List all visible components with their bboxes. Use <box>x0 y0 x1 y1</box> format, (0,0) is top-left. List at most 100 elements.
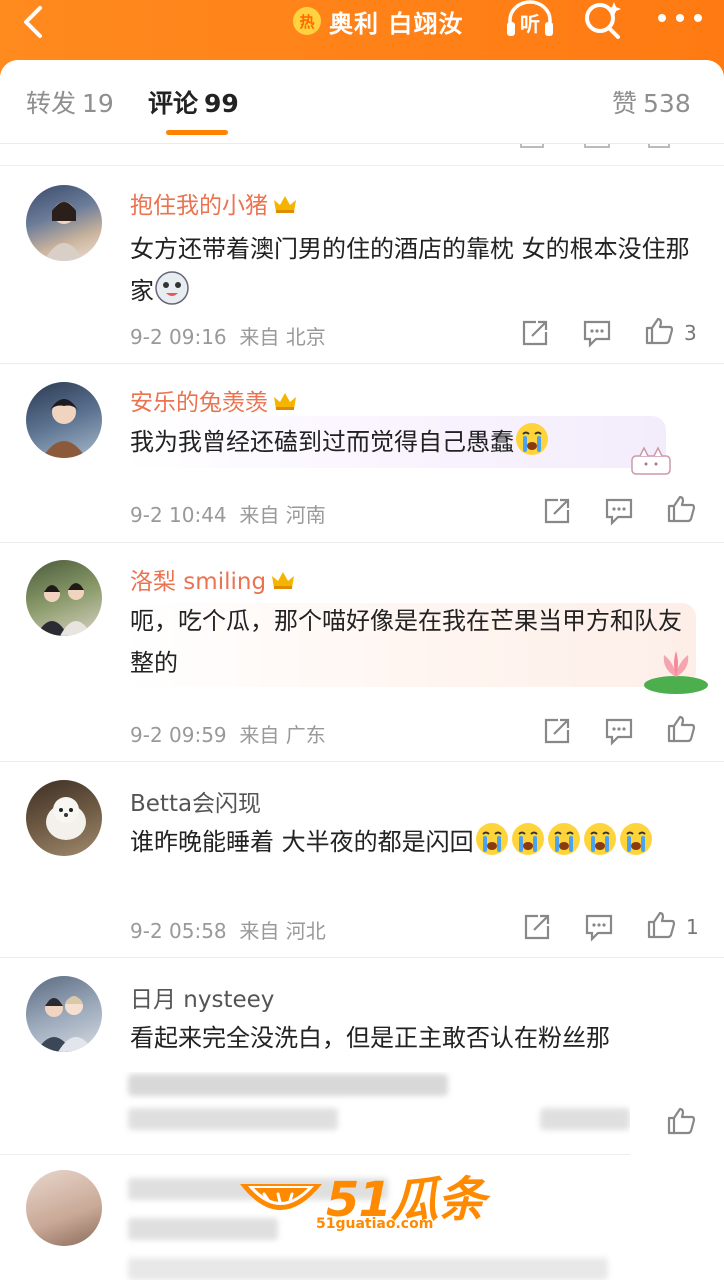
watermark-url: 51guatiao.com <box>316 1216 434 1232</box>
previous-comment-fragment <box>0 144 724 166</box>
back-button[interactable] <box>14 4 58 40</box>
comment-username[interactable]: Betta会闪现 <box>130 784 261 818</box>
like-icon[interactable] <box>646 910 676 940</box>
vip-crown-icon <box>274 393 296 410</box>
like-icon[interactable] <box>666 714 696 744</box>
avatar[interactable] <box>26 382 102 458</box>
topic-title-text: 奥利 白翊汝 <box>329 9 464 38</box>
vip-crown-icon <box>272 572 295 589</box>
comment-username[interactable]: 洛梨 smiling <box>130 562 296 596</box>
comment-location: 来自 河北 <box>239 919 326 943</box>
comment-username[interactable]: 抱住我的小猪 <box>130 186 298 220</box>
like-icon <box>648 144 670 148</box>
comment-item[interactable]: 洛梨 smiling 呃，吃个瓜，那个喵好像是在我在芒果当甲方和队友整的 9-2… <box>0 543 724 762</box>
tab-comments[interactable]: 评论 99 <box>148 84 239 120</box>
comment-time: 9-2 05:58 <box>130 919 227 943</box>
ellipsis-icon <box>658 14 702 22</box>
comment-text: 谁昨晚能睡着 大半夜的都是闪回 <box>130 821 696 863</box>
more-button[interactable] <box>652 0 708 40</box>
repost-icon <box>520 144 544 148</box>
comment-time: 9-2 09:59 <box>130 723 227 747</box>
avatar[interactable] <box>26 560 102 636</box>
comment-text: 女方还带着澳门男的住的酒店的靠枕 女的根本没住那家 <box>130 228 696 312</box>
avatar-image <box>42 399 86 458</box>
comment-meta: 9-2 09:16 来自 北京 <box>130 321 326 350</box>
tab-reposts-label: 转发 <box>26 89 77 118</box>
comment-time: 9-2 09:16 <box>130 325 227 349</box>
crying-emoji-icon <box>547 823 580 855</box>
site-watermark: 51瓜条 51guatiao.com <box>234 1160 494 1240</box>
comment-location: 来自 北京 <box>239 325 326 349</box>
vip-crown-icon <box>274 196 296 213</box>
avatar-image <box>36 996 94 1052</box>
comment-item[interactable]: Betta会闪现 谁昨晚能睡着 大半夜的都是闪回 9-2 05:58 来自 河北… <box>0 762 724 958</box>
blurred-text-line <box>128 1258 608 1280</box>
blur-mask <box>630 1072 724 1280</box>
username-text: 日月 nysteey <box>130 987 275 1013</box>
weibo-comments-screen: 热 奥利 白翊汝 听 转发 19 评论 99 赞 538 抱住我的小猪 女方还带… <box>0 0 724 1280</box>
like-count: 3 <box>684 321 697 345</box>
comment-icon[interactable] <box>604 496 634 526</box>
like-icon[interactable] <box>644 316 674 346</box>
tab-comments-label: 评论 <box>148 89 199 118</box>
listen-button[interactable]: 听 <box>502 0 558 40</box>
repost-icon[interactable] <box>542 716 572 746</box>
watermelon-logo-icon <box>240 1184 322 1210</box>
repost-icon[interactable] <box>520 318 550 348</box>
tab-likes-count: 538 <box>643 89 691 118</box>
tab-comments-count: 99 <box>204 89 239 118</box>
avatar[interactable] <box>26 976 102 1052</box>
like-icon[interactable] <box>666 1106 696 1136</box>
username-text: 安乐的兔羡羡 <box>130 390 268 416</box>
repost-icon[interactable] <box>522 912 552 942</box>
comment-text-content: 我为我曾经还磕到过而觉得自己愚蠢 <box>130 428 514 456</box>
tab-bar: 转发 19 评论 99 赞 538 <box>0 60 724 144</box>
comment-icon <box>584 144 610 148</box>
comment-username[interactable]: 日月 nysteey <box>130 980 274 1014</box>
divider <box>0 1154 724 1155</box>
crying-emoji-icon <box>511 823 544 855</box>
tab-reposts-count: 19 <box>82 89 114 118</box>
hot-badge: 热 <box>293 7 321 35</box>
like-icon[interactable] <box>666 494 696 524</box>
active-tab-indicator <box>166 130 228 135</box>
blurred-text-line <box>128 1074 448 1096</box>
avatar[interactable] <box>26 780 102 856</box>
comment-text: 我为我曾经还磕到过而觉得自己愚蠢 <box>130 421 696 463</box>
comment-item[interactable]: 抱住我的小猪 女方还带着澳门男的住的酒店的靠枕 女的根本没住那家 9-2 09:… <box>0 166 724 364</box>
search-sparkle-icon <box>585 2 621 39</box>
crying-emoji-icon <box>516 423 548 455</box>
topic-title[interactable]: 热 奥利 白翊汝 <box>293 4 463 38</box>
listen-label: 听 <box>520 12 540 36</box>
username-text: 抱住我的小猪 <box>130 193 268 219</box>
avatar-image <box>36 583 92 636</box>
husky-emoji-icon <box>155 271 189 305</box>
comment-username[interactable]: 安乐的兔羡羡 <box>130 383 298 417</box>
comment-item[interactable]: 安乐的兔羡羡 我为我曾经还磕到过而觉得自己愚蠢 9-2 10:44 来自 河南 <box>0 364 724 543</box>
like-count: 1 <box>686 915 699 939</box>
avatar-image <box>44 202 84 261</box>
comment-text-content: 女方还带着澳门男的住的酒店的靠枕 女的根本没住那家 <box>130 235 690 305</box>
comment-text-content: 谁昨晚能睡着 大半夜的都是闪回 <box>130 828 474 856</box>
avatar[interactable] <box>26 185 102 261</box>
comment-time: 9-2 10:44 <box>130 503 227 527</box>
tab-likes[interactable]: 赞 538 <box>612 84 691 120</box>
blurred-text-line <box>540 1108 630 1130</box>
comment-location: 来自 河南 <box>239 503 326 527</box>
avatar-image <box>46 797 86 840</box>
search-button[interactable] <box>578 0 626 40</box>
repost-icon[interactable] <box>542 496 572 526</box>
comment-text: 呃，吃个瓜，那个喵好像是在我在芒果当甲方和队友整的 <box>130 607 682 677</box>
crying-emoji-icon <box>619 823 652 855</box>
chevron-left-icon <box>24 6 42 38</box>
comment-text: 看起来完全没洗白，但是正主敢否认在粉丝那 <box>130 1024 610 1052</box>
comment-icon[interactable] <box>604 716 634 746</box>
avatar[interactable] <box>26 1170 102 1246</box>
tab-reposts[interactable]: 转发 19 <box>26 84 114 120</box>
comment-icon[interactable] <box>584 912 614 942</box>
comment-icon[interactable] <box>582 318 612 348</box>
comment-item[interactable]: 日月 nysteey 看起来完全没洗白，但是正主敢否认在粉丝那 <box>0 958 724 1072</box>
crying-emoji-icon <box>583 823 616 855</box>
username-text: 洛梨 smiling <box>130 569 267 595</box>
username-text: Betta会闪现 <box>130 791 262 817</box>
